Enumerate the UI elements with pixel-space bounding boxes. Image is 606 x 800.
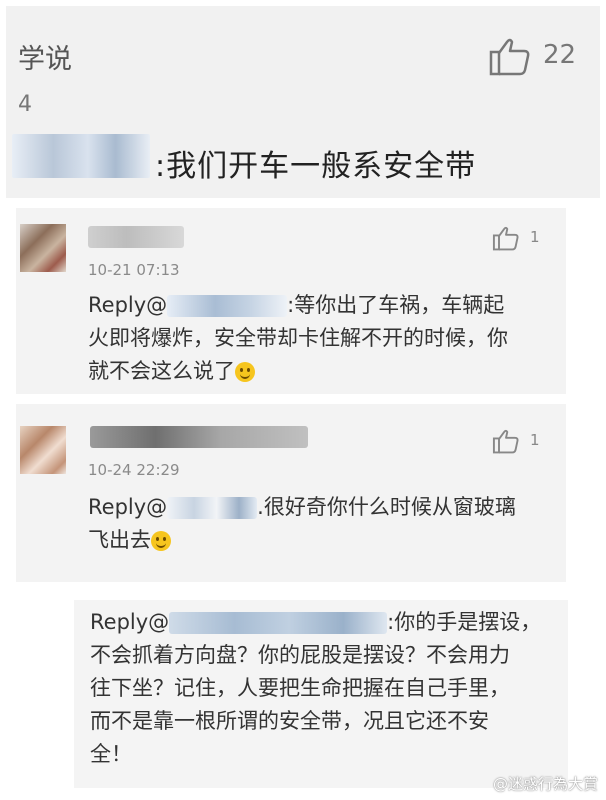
comment-like-count: 1 [530,431,540,449]
comment-timestamp: 10-21 07:13 [88,261,180,279]
comment-text: Reply@ :等你出了车祸，车辆起 火即将爆炸，安全带却卡住解不开的时候，你 就… [88,289,558,388]
comment-line: 全！ [90,742,132,766]
smiley-face-icon [151,531,171,551]
comment-line: .很好奇你什么时候从窗玻璃 [257,495,516,519]
comment-text: Reply@ .很好奇你什么时候从窗玻璃 飞出去 [88,491,558,557]
comment-line: 就不会这么说了 [88,359,235,383]
comment-line: 飞出去 [88,528,151,552]
post-title: 学说 [18,44,72,75]
reply-prefix[interactable]: Reply@ [90,610,169,634]
reply-prefix[interactable]: Reply@ [88,293,167,317]
comment-text: Reply@ :你的手是摆设， 不会抓着方向盘？你的屁股是摆设？不会用力 往下坐？… [90,606,560,771]
blurred-username [12,134,150,178]
comment-card: 10-21 07:13 1 Reply@ :等你出了车祸，车辆起 火即将爆炸，安全… [16,208,566,394]
reply-prefix[interactable]: Reply@ [88,495,167,519]
post-number: 4 [18,92,32,117]
comment-card: Reply@ :你的手是摆设， 不会抓着方向盘？你的屁股是摆设？不会用力 往下坐？… [74,600,568,788]
post-like-count: 22 [543,40,577,70]
blurred-mention [167,497,258,519]
comment-line: :等你出了车祸，车辆起 [287,293,505,317]
comment-card: 10-24 22:29 1 Reply@ .很好奇你什么时候从窗玻璃 飞出去 [16,404,566,582]
comment-line: 火即将爆炸，安全带却卡住解不开的时候，你 [88,326,508,350]
avatar[interactable] [20,224,66,272]
comment-timestamp: 10-24 22:29 [88,461,180,479]
blurred-username[interactable] [90,426,308,448]
post-quote-text: :我们开车一般系安全带 [155,149,477,184]
blurred-mention [167,295,288,317]
thumbs-up-icon[interactable] [492,428,520,454]
comment-like-count: 1 [530,228,540,246]
comment-line: 不会抓着方向盘？你的屁股是摆设？不会用力 [90,643,510,667]
comment-line: 而不是靠一根所谓的安全带，况且它还不安 [90,709,489,733]
comment-line: :你的手是摆设， [387,610,542,634]
blurred-mention [169,612,388,634]
post-card: 学说 4 22 :我们开车一般系安全带 [6,6,600,198]
comment-line: 往下坐？记住，人要把生命把握在自己手里， [90,676,510,700]
avatar[interactable] [20,426,66,474]
smiley-face-icon [235,362,255,382]
blurred-username[interactable] [88,226,184,248]
thumbs-up-icon[interactable] [488,36,532,76]
watermark: @迷惑行為大賞 [492,775,598,793]
thumbs-up-icon[interactable] [492,225,520,251]
